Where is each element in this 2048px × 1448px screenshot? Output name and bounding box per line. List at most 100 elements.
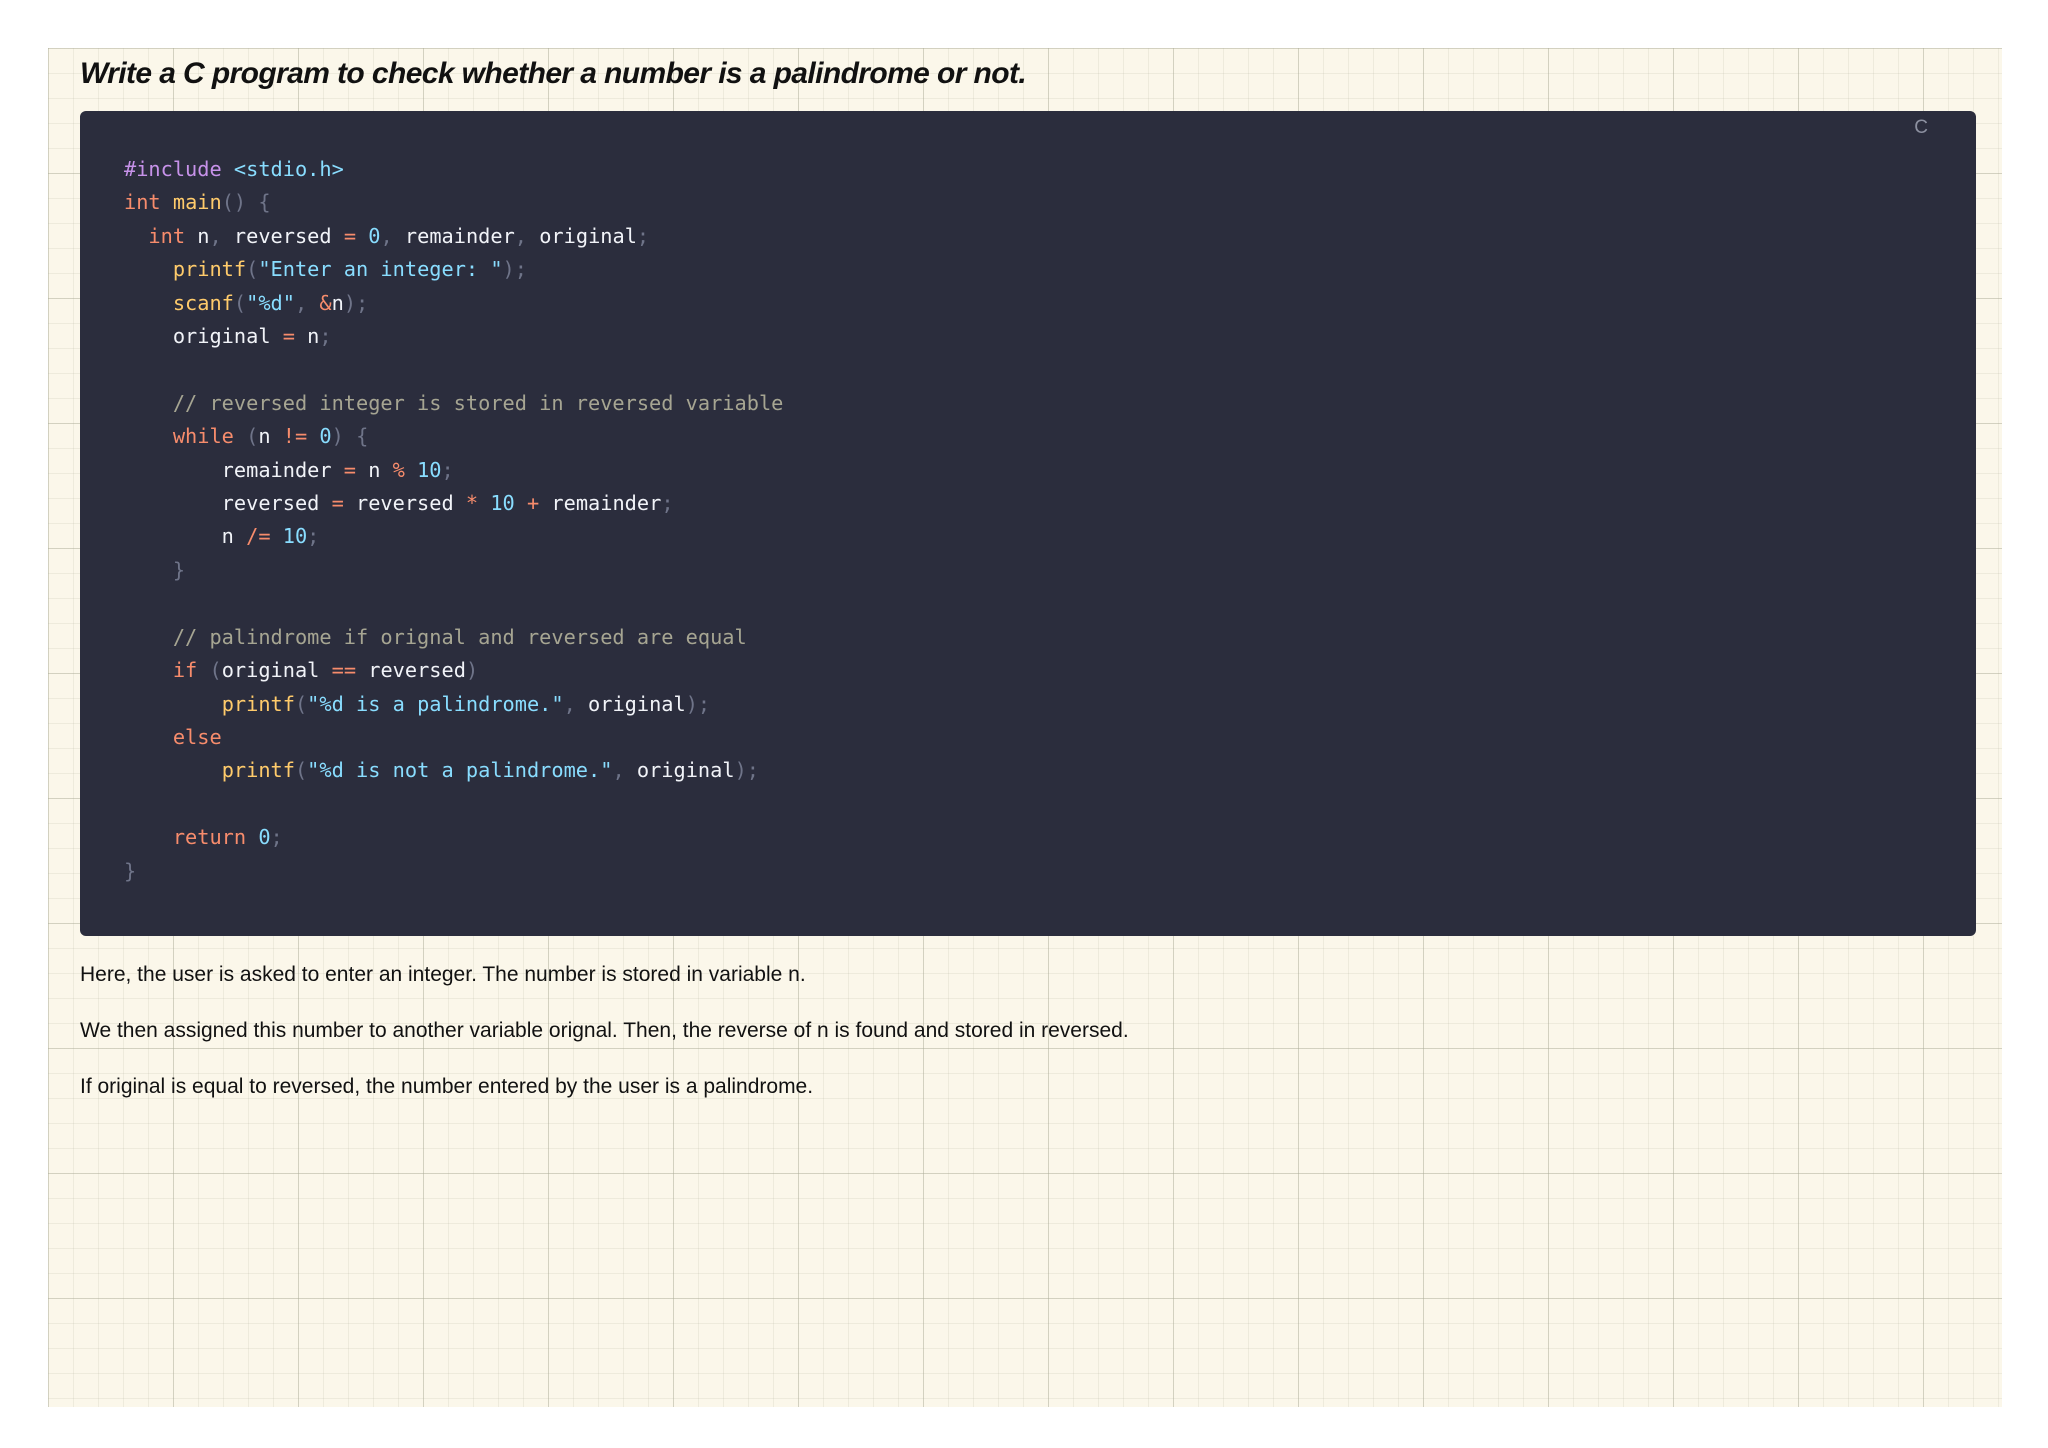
- code-line: remainder = n % 10;: [124, 454, 783, 487]
- code-line: // palindrome if orignal and reversed ar…: [124, 621, 783, 654]
- code-token: main: [172, 190, 222, 215]
- code-token: {: [258, 190, 271, 215]
- code-token: (: [209, 658, 222, 683]
- code-listing: #include <stdio.h> int main() { int n, re…: [124, 153, 783, 888]
- code-token: reversed: [124, 491, 332, 516]
- page-title: Write a C program to check whether a num…: [80, 57, 1027, 90]
- explanation-paragraph-3: If original is equal to reversed, the nu…: [80, 1075, 814, 1098]
- code-token: n: [331, 290, 344, 315]
- code-line: while (n != 0) {: [124, 420, 783, 453]
- code-token: return: [172, 825, 247, 850]
- code-line: printf("Enter an integer: ");: [124, 253, 783, 286]
- code-token: n: [356, 457, 393, 482]
- code-token: 0: [319, 424, 332, 449]
- code-token: original: [575, 691, 686, 716]
- code-token: /=: [246, 524, 271, 549]
- code-token: scanf: [172, 290, 234, 315]
- code-token: // palindrome if orignal and reversed ar…: [172, 624, 747, 649]
- code-line: int main() {: [124, 186, 783, 219]
- code-token: }: [172, 557, 186, 582]
- code-token: ): [465, 658, 479, 683]
- code-token: int: [148, 223, 186, 248]
- code-language-label: C: [1914, 117, 1928, 138]
- code-line: n /= 10;: [124, 520, 783, 553]
- code-line: if (original == reversed): [124, 654, 783, 687]
- code-token: ;: [441, 457, 454, 482]
- code-block: C #include <stdio.h> int main() { int n, …: [80, 111, 1976, 936]
- code-token: 0: [258, 825, 271, 850]
- code-token: =: [343, 457, 357, 482]
- code-token: );: [502, 257, 527, 282]
- code-line: }: [124, 855, 783, 888]
- code-token: printf: [172, 257, 247, 282]
- code-token: );: [734, 758, 759, 783]
- code-token: remainder: [124, 457, 344, 482]
- code-token: reversed: [221, 223, 344, 248]
- code-token: }: [124, 858, 137, 883]
- code-token: ;: [319, 324, 332, 349]
- code-token: #include: [124, 157, 222, 181]
- code-line: // reversed integer is stored in reverse…: [124, 387, 784, 420]
- code-line: printf("%d is not a palindrome.", origin…: [124, 754, 783, 787]
- code-token: );: [343, 290, 369, 315]
- code-token: remainder: [392, 223, 515, 248]
- code-token: remainder: [539, 491, 662, 516]
- code-token: ,: [380, 223, 393, 248]
- code-token: // reversed integer is stored in reverse…: [172, 390, 784, 415]
- code-token: n: [185, 223, 210, 248]
- code-token: <stdio.h>: [233, 157, 344, 181]
- code-token: "%d is not a palindrome.": [307, 758, 613, 783]
- code-token: int: [124, 190, 161, 215]
- code-line: printf("%d is a palindrome.", original);: [124, 688, 783, 721]
- code-token: 10: [417, 457, 442, 482]
- code-line: else: [124, 721, 783, 754]
- code-token: ,: [209, 223, 222, 248]
- code-line: scanf("%d", &n);: [124, 287, 783, 320]
- code-token: 10: [490, 491, 515, 516]
- code-token: {: [356, 424, 369, 449]
- code-token: *: [465, 491, 479, 516]
- code-token: reversed: [343, 491, 466, 516]
- code-token: ;: [636, 223, 650, 248]
- code-token: else: [172, 724, 222, 749]
- code-token: (: [246, 257, 259, 282]
- code-token: =: [331, 491, 344, 516]
- code-token: n: [258, 424, 283, 449]
- code-token: printf: [221, 758, 295, 783]
- code-token: 10: [282, 524, 308, 549]
- code-token: ,: [294, 290, 308, 315]
- code-line: reversed = reversed * 10 + remainder;: [124, 487, 783, 520]
- code-line: original = n;: [124, 320, 783, 353]
- code-token: &: [319, 290, 332, 315]
- code-token: +: [526, 491, 540, 516]
- code-token: ;: [661, 491, 674, 516]
- code-token: n: [294, 324, 320, 349]
- code-token: 0: [368, 223, 381, 248]
- code-token: "%d is a palindrome.": [307, 691, 564, 716]
- code-token: original: [624, 758, 735, 783]
- code-line: #include <stdio.h>: [124, 153, 783, 186]
- code-token: original: [527, 223, 637, 248]
- code-token: original: [124, 324, 283, 349]
- code-token: %: [392, 457, 405, 482]
- code-token: ,: [563, 691, 576, 716]
- code-token: (: [294, 758, 308, 783]
- code-token: ==: [331, 658, 357, 683]
